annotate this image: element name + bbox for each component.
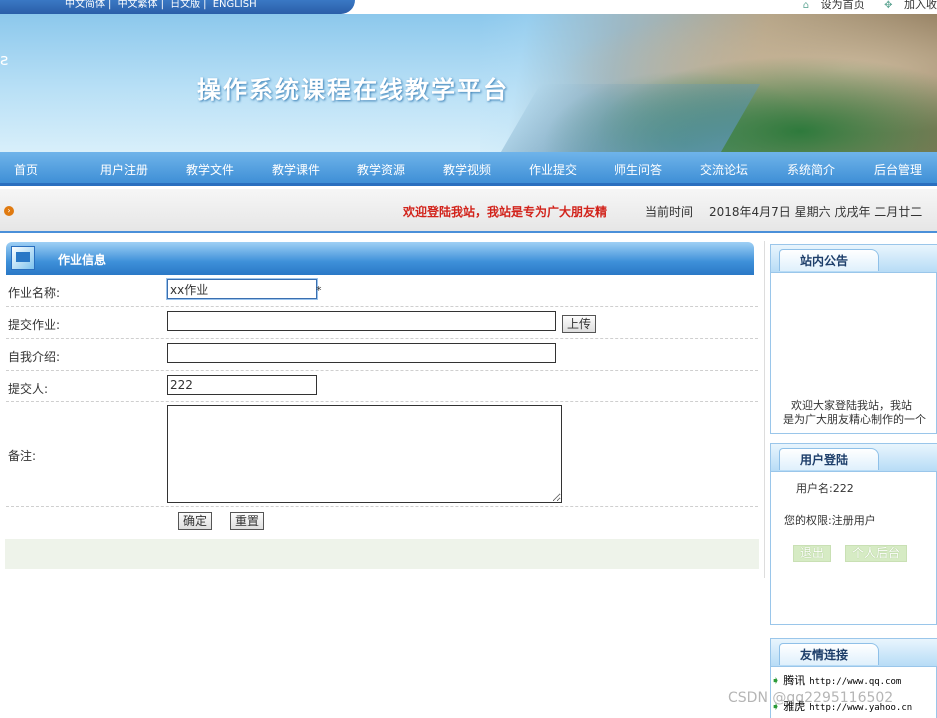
language-strip: 中文简体 | 中文繁体 | 日文版 | ENGLISH ⌂ 设为首页 ✥ 加入收: [0, 0, 937, 14]
panel-title: 作业信息: [58, 253, 107, 267]
info-bar: › 欢迎登陆我站，我站是专为广大朋友精 当前时间 2018年4月7日 星期六 戊…: [0, 189, 937, 233]
homework-panel: 作业信息 作业名称: * 提交作业: 上传 自我介绍: 提交人: 备注: 确定 …: [0, 241, 765, 578]
notice-title: 站内公告: [779, 249, 879, 271]
nav-videos[interactable]: 教学视频: [443, 161, 491, 178]
personal-center-button[interactable]: 个人后台: [845, 545, 908, 562]
time-label: 当前时间: [645, 205, 694, 219]
homework-name-label: 作业名称:: [8, 286, 61, 300]
nav-admin[interactable]: 后台管理: [874, 161, 922, 178]
homework-name-input[interactable]: [167, 279, 317, 299]
logout-button[interactable]: 退出: [793, 545, 832, 562]
time-value: 2018年4月7日 星期六 戊戌年 二月廿二: [709, 205, 923, 219]
row-remark: 备注:: [6, 402, 758, 507]
language-links: 中文简体 | 中文繁体 | 日文版 | ENGLISH: [0, 0, 355, 14]
row-intro: 自我介绍:: [6, 339, 758, 371]
row-homework-name: 作业名称: *: [6, 275, 758, 307]
lang-english-link[interactable]: ENGLISH: [213, 0, 257, 10]
home-icon: ⌂: [802, 0, 810, 11]
bullet-icon: ›: [4, 206, 14, 216]
remark-textarea[interactable]: [167, 405, 562, 503]
nav-teaching-files[interactable]: 教学文件: [186, 161, 234, 178]
notice-box: 站内公告 欢迎大家登陆我站，我站 是为广大朋友精心制作的一个: [770, 244, 937, 434]
nav-forum[interactable]: 交流论坛: [700, 161, 748, 178]
role-text: 您的权限:注册用户: [784, 514, 876, 527]
nav-resources[interactable]: 教学资源: [357, 161, 405, 178]
top-links: ⌂ 设为首页 ✥ 加入收: [787, 0, 937, 11]
submit-file-input[interactable]: [167, 311, 556, 331]
row-submitter: 提交人:: [6, 371, 758, 402]
submit-file-label: 提交作业:: [8, 318, 61, 332]
site-banner: ƨ 操作系统课程在线教学平台: [0, 14, 937, 152]
reset-button[interactable]: 重置: [230, 512, 265, 530]
required-mark: *: [316, 284, 322, 297]
remark-label: 备注:: [8, 449, 37, 463]
notice-text-line2: 是为广大朋友精心制作的一个: [783, 413, 926, 426]
friend-links-title: 友情连接: [779, 643, 879, 665]
row-submit-file: 提交作业: 上传: [6, 307, 758, 339]
friend-link-qq[interactable]: ➧ 腾讯 http://www.qq.com: [771, 672, 901, 688]
friend-links-header: 友情连接: [771, 639, 937, 667]
panel-header: 作业信息: [6, 242, 754, 275]
add-favorite-link[interactable]: ✥ 加入收: [876, 0, 937, 11]
favorite-icon: ✥: [884, 0, 893, 11]
welcome-marquee: 欢迎登陆我站，我站是专为广大朋友精: [403, 205, 608, 219]
notice-header: 站内公告: [771, 245, 937, 273]
main-nav: 首页 用户注册 教学文件 教学课件 教学资源 教学视频 作业提交 师生问答 交流…: [0, 152, 937, 186]
login-box: 用户登陆 用户名:222 您的权限:注册用户 退出 个人后台: [770, 443, 937, 625]
nav-about[interactable]: 系统简介: [787, 161, 835, 178]
monitor-icon: [11, 246, 35, 270]
watermark: CSDN @qq2295116502: [728, 690, 894, 706]
confirm-button[interactable]: 确定: [178, 512, 213, 530]
nav-register[interactable]: 用户注册: [100, 161, 148, 178]
login-title: 用户登陆: [779, 448, 879, 470]
banner-river-image: [499, 84, 761, 152]
login-header: 用户登陆: [771, 444, 937, 472]
intro-input[interactable]: [167, 343, 556, 363]
nav-home[interactable]: 首页: [14, 161, 38, 178]
username-text: 用户名:222: [796, 482, 854, 495]
arrow-icon: ➧: [771, 674, 781, 687]
intro-label: 自我介绍:: [8, 350, 61, 364]
nav-homework[interactable]: 作业提交: [529, 161, 577, 178]
lang-simplified-link[interactable]: 中文简体: [65, 0, 105, 10]
set-home-link[interactable]: ⌂ 设为首页: [795, 0, 865, 11]
site-title: 操作系统课程在线教学平台: [197, 75, 509, 104]
friend-links-box: 友情连接 ➧ 腾讯 http://www.qq.com ➧ 雅虎 http://www.…: [770, 638, 937, 718]
nav-courseware[interactable]: 教学课件: [272, 161, 320, 178]
submitter-input[interactable]: [167, 375, 317, 395]
nav-qa[interactable]: 师生问答: [614, 161, 662, 178]
upload-button[interactable]: 上传: [562, 315, 597, 333]
lang-japanese-link[interactable]: 日文版: [170, 0, 200, 10]
submitter-label: 提交人:: [8, 382, 49, 396]
lang-traditional-link[interactable]: 中文繁体: [118, 0, 158, 10]
banner-logo-fragment: ƨ: [0, 50, 9, 69]
form-footer: [5, 539, 759, 569]
